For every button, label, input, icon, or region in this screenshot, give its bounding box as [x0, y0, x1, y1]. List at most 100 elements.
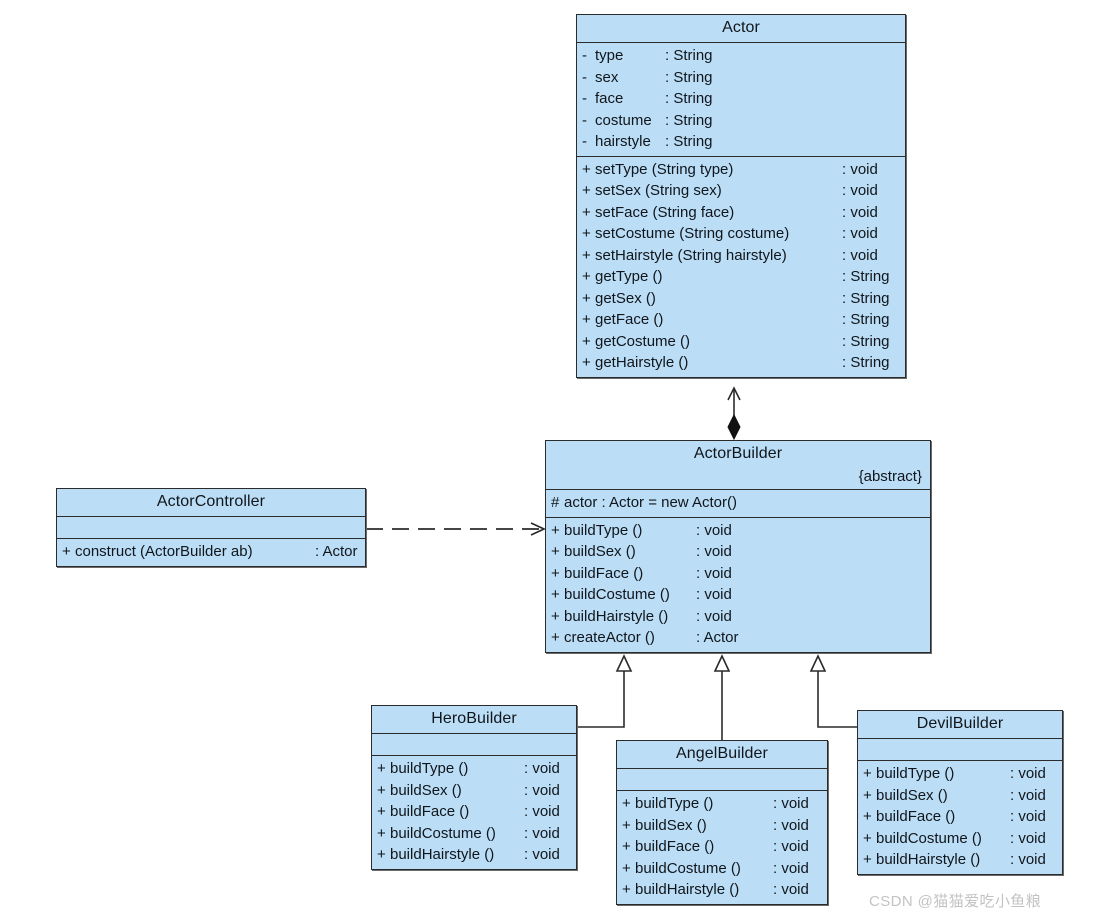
operation-row: + construct (ActorBuilder ab) : Actor: [57, 541, 365, 563]
operation-name: buildFace (): [876, 808, 956, 825]
class-name-herobuilder: HeroBuilder: [431, 710, 517, 727]
operation-name: buildType (): [564, 521, 643, 539]
operation-row: + buildFace () : void: [858, 806, 1062, 828]
class-box-actor[interactable]: Actor - type : String - sex : String - f…: [576, 14, 906, 378]
operation-row: + buildSex () : void: [858, 785, 1062, 807]
operation-name: buildType (): [390, 760, 469, 777]
visibility-marker: #: [551, 494, 560, 511]
visibility-marker: +: [551, 543, 560, 560]
operation-name: setCostume (String costume): [595, 225, 790, 242]
operation-name: buildType (): [635, 795, 714, 812]
operation-name: setType (String type): [595, 160, 734, 178]
operation-type: : void: [842, 225, 878, 242]
class-attributes-devilbuilder: [858, 739, 1062, 761]
visibility-marker: +: [622, 838, 631, 855]
dependency-actorcontroller-actorbuilder: [366, 522, 547, 536]
class-box-actorcontroller[interactable]: ActorController + construct (ActorBuilde…: [56, 488, 366, 567]
operation-name: buildSex (): [390, 781, 462, 799]
attribute-name: sex: [595, 68, 619, 86]
class-operations-actor: + setType (String type) : void + setSex …: [577, 157, 905, 377]
operation-name: createActor (): [564, 629, 655, 646]
class-name-actorcontroller: ActorController: [156, 493, 266, 510]
class-operations-devilbuilder: + buildType () : void + buildSex () : vo…: [858, 761, 1062, 874]
operation-row: + buildFace () : void: [617, 836, 827, 858]
operation-row: + buildSex () : void: [546, 541, 930, 563]
operation-row: + getType () : String: [577, 266, 905, 288]
operation-type: : void: [696, 586, 732, 603]
operation-name: getCostume (): [595, 332, 691, 350]
operation-type: : Actor: [315, 543, 358, 560]
attribute-name: type: [595, 47, 624, 64]
operation-name: buildHairstyle (): [876, 851, 981, 868]
operation-type: : void: [842, 160, 878, 178]
attribute-name: actor : Actor = new Actor(): [564, 494, 737, 511]
operation-row: + buildSex () : void: [617, 815, 827, 837]
class-attributes-actor: - type : String - sex : String - face : …: [577, 43, 905, 157]
class-box-herobuilder[interactable]: HeroBuilder + buildType () : void + buil…: [371, 705, 577, 870]
visibility-marker: +: [582, 332, 591, 350]
class-header-herobuilder: HeroBuilder: [372, 706, 576, 734]
visibility-marker: +: [377, 846, 386, 863]
visibility-marker: +: [863, 808, 872, 825]
attribute-type: : String: [665, 90, 713, 107]
operation-row: + buildHairstyle () : void: [546, 606, 930, 628]
operation-row: + setCostume (String costume) : void: [577, 223, 905, 245]
visibility-marker: +: [582, 268, 591, 285]
class-attributes-actorcontroller: [57, 517, 365, 539]
operation-name: buildFace (): [564, 564, 644, 582]
operation-type: : void: [696, 521, 732, 539]
class-attributes-angelbuilder: [617, 769, 827, 791]
attribute-name: costume: [595, 111, 652, 129]
attribute-row: # actor : Actor = new Actor(): [546, 492, 930, 514]
attribute-row: - face : String: [577, 88, 905, 110]
class-name-actor: Actor: [722, 19, 760, 36]
visibility-marker: -: [582, 111, 587, 129]
class-name-devilbuilder: DevilBuilder: [916, 715, 1004, 732]
attribute-name: face: [595, 90, 624, 107]
operation-type: : void: [773, 838, 809, 855]
operation-type: : void: [1010, 786, 1046, 804]
class-box-devilbuilder[interactable]: DevilBuilder + buildType () : void + bui…: [857, 710, 1063, 875]
class-header-devilbuilder: DevilBuilder: [858, 711, 1062, 739]
visibility-marker: +: [582, 182, 591, 199]
visibility-marker: -: [582, 90, 587, 107]
operation-name: getType (): [595, 268, 663, 285]
composition-actorbuilder-actor: [727, 386, 741, 441]
operation-row: + setFace (String face) : void: [577, 202, 905, 224]
visibility-marker: +: [622, 795, 631, 812]
operation-name: buildType (): [876, 765, 955, 782]
operation-type: : void: [773, 881, 809, 898]
operation-type: : void: [773, 795, 809, 812]
operation-type: : void: [1010, 808, 1046, 825]
visibility-marker: +: [582, 246, 591, 264]
operation-row: + buildHairstyle () : void: [372, 844, 576, 866]
operation-type: : void: [842, 203, 878, 221]
class-box-angelbuilder[interactable]: AngelBuilder + buildType () : void + bui…: [616, 740, 828, 905]
operation-name: construct (ActorBuilder ab): [75, 543, 253, 560]
visibility-marker: +: [377, 760, 386, 777]
visibility-marker: +: [622, 859, 631, 877]
operation-name: buildCostume (): [564, 586, 670, 603]
operation-type: : String: [842, 268, 890, 285]
operation-type: : void: [696, 543, 732, 560]
operation-row: + buildCostume () : void: [858, 828, 1062, 850]
operation-type: : void: [524, 824, 560, 842]
operation-name: getSex (): [595, 289, 656, 307]
visibility-marker: -: [582, 47, 587, 64]
generalization-angelbuilder-actorbuilder: [713, 654, 731, 742]
uml-class-diagram-canvas: Actor - type : String - sex : String - f…: [0, 0, 1104, 924]
attribute-row: - sex : String: [577, 67, 905, 89]
class-box-actorbuilder[interactable]: ActorBuilder {abstract} # actor : Actor …: [545, 440, 931, 653]
operation-type: : String: [842, 354, 890, 371]
visibility-marker: +: [582, 160, 591, 178]
operation-type: : void: [773, 859, 809, 877]
visibility-marker: +: [622, 816, 631, 834]
operation-name: setFace (String face): [595, 203, 735, 221]
operation-type: : void: [842, 182, 878, 199]
attribute-name: hairstyle: [595, 133, 651, 150]
class-stereotype-abstract: {abstract}: [858, 468, 922, 485]
operation-name: buildCostume (): [390, 824, 496, 842]
operation-row: + buildSex () : void: [372, 780, 576, 802]
generalization-herobuilder-actorbuilder: [577, 654, 633, 728]
visibility-marker: -: [582, 133, 587, 150]
